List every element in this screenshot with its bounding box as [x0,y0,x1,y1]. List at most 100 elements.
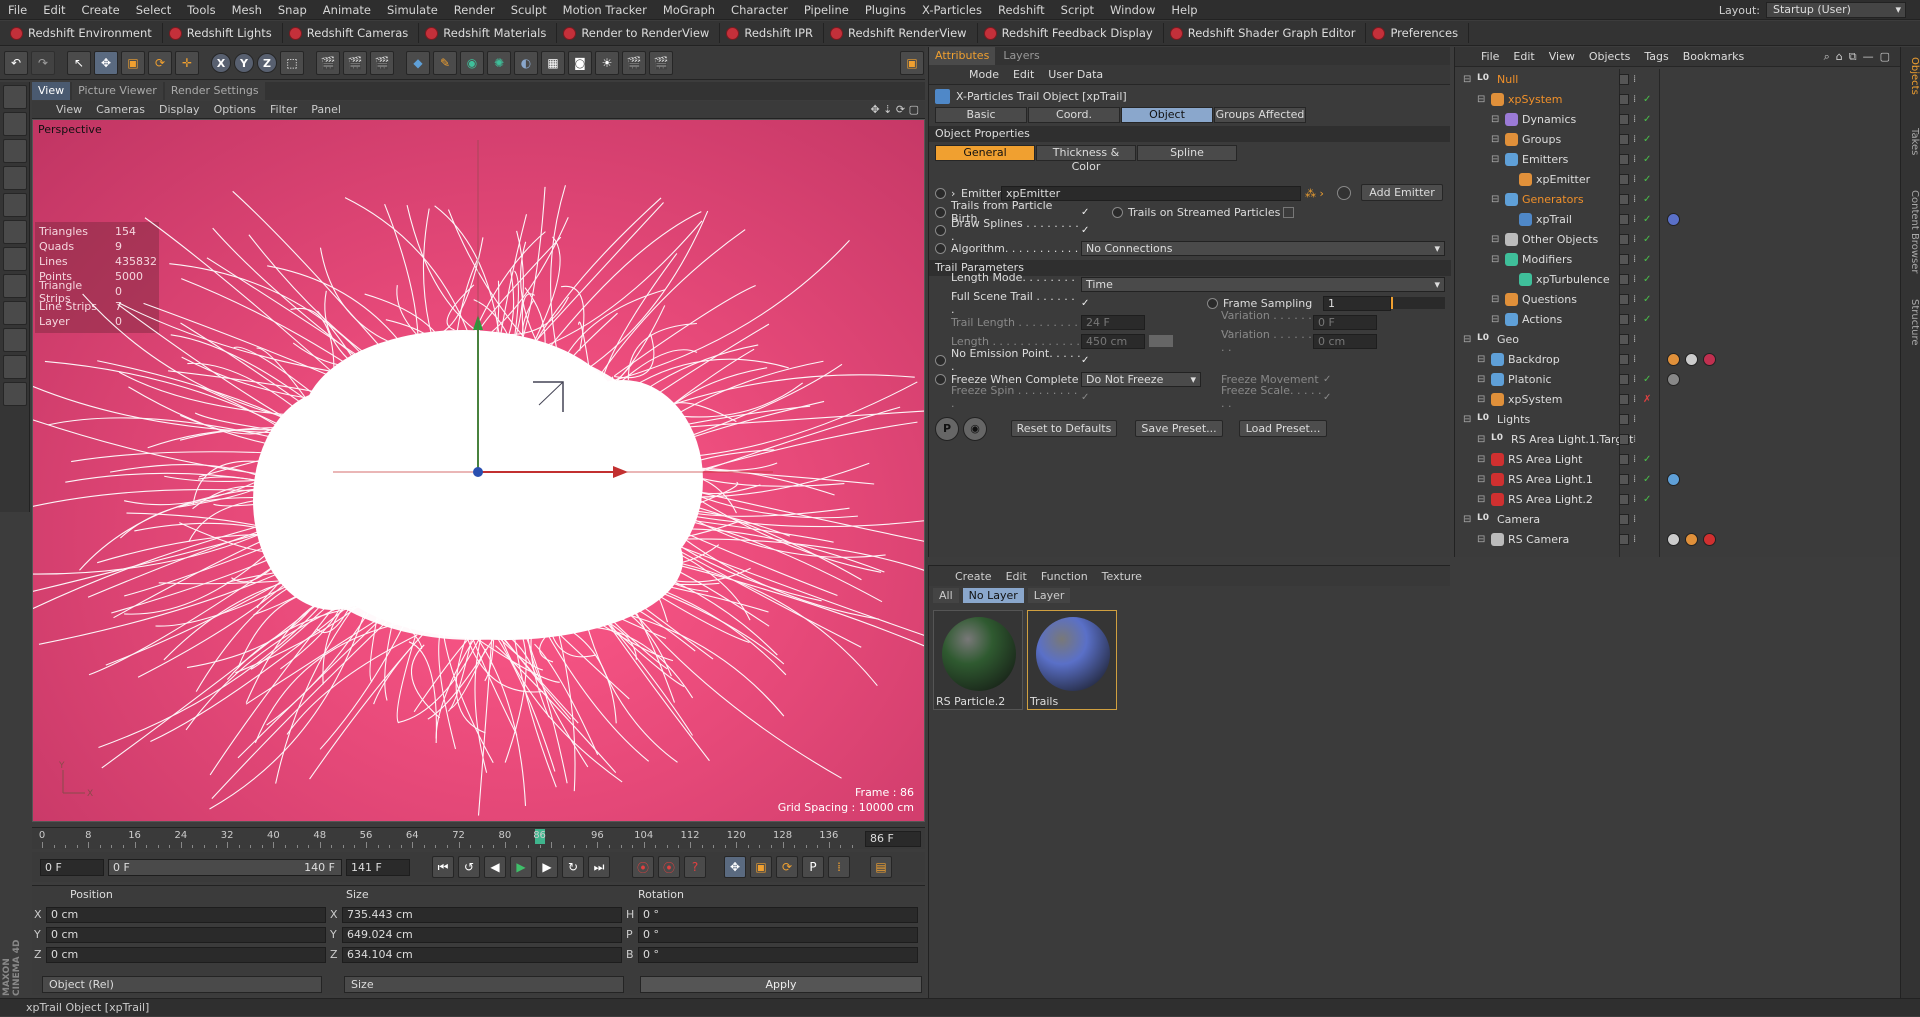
object-row-questions[interactable]: ⊟ Questions ⁞ ✓ [1455,289,1901,309]
viewport-3d[interactable]: Perspective Triangles 154 Quads 9 Lines 43583… [32,119,925,822]
rotation-b-field[interactable]: 0 ° [638,946,918,963]
viewport-menu-panel[interactable]: Panel [311,103,341,116]
menu-item-pipeline[interactable]: Pipeline [796,3,857,17]
visibility-dots-icon[interactable]: ⁞ [1633,174,1639,185]
enabled-check-icon[interactable]: ✓ [1643,114,1651,125]
tab-all[interactable]: All [933,587,959,603]
object-row-rs-area-light[interactable]: ⊟ RS Area Light ⁞ ✓ [1455,449,1901,469]
object-menu-file[interactable]: File [1481,50,1499,63]
object-row-null[interactable]: ⊟ L0 Null ⁞ [1455,69,1901,89]
key-position-icon[interactable]: ✥ [724,856,746,878]
editor-visibility-toggle[interactable] [1619,253,1629,265]
enabled-check-icon[interactable]: ✓ [1643,294,1651,305]
enabled-check-icon[interactable]: ✓ [1643,94,1651,105]
menu-item-file[interactable]: File [0,3,35,17]
visibility-dots-icon[interactable]: ⁞ [1633,474,1639,485]
menu-item-mesh[interactable]: Mesh [224,3,270,17]
object-row-xptrail[interactable]: xpTrail ⁞ ✓ [1455,209,1901,229]
move-tool-icon[interactable]: ✥ [94,51,118,75]
play-icon[interactable]: ▶ [510,856,532,878]
visibility-dots-icon[interactable]: ⁞ [1633,214,1639,225]
editor-visibility-toggle[interactable] [1619,193,1629,205]
points-mode-icon[interactable] [3,166,27,190]
enabled-check-icon[interactable]: ✓ [1643,474,1651,485]
enabled-check-icon[interactable]: ✓ [1643,214,1651,225]
editor-visibility-toggle[interactable] [1619,373,1629,385]
size-y-field[interactable]: 649.024 cm [342,926,622,943]
editor-visibility-toggle[interactable] [1619,213,1629,225]
axis-mode-icon[interactable] [3,247,27,271]
editor-visibility-toggle[interactable] [1619,73,1629,85]
length-mode-dropdown[interactable]: Time [1081,276,1445,292]
polygons-mode-icon[interactable] [3,220,27,244]
x-axis-lock-icon[interactable]: X [211,53,231,73]
lock-layout-icon[interactable]: ▣ [900,51,924,75]
prev-frame-icon[interactable]: ◀ [484,856,506,878]
expand-toggle-icon[interactable]: ⊟ [1463,514,1473,525]
material-swatch[interactable]: RS Particle.2 [933,610,1023,710]
menu-item-help[interactable]: Help [1163,3,1205,17]
editor-visibility-toggle[interactable] [1619,433,1629,445]
object-row-generators[interactable]: ⊟ Generators ⁞ ✓ [1455,189,1901,209]
freeze-complete-radio[interactable] [935,373,946,385]
cloner-icon[interactable]: ✺ [487,51,511,75]
edges-mode-icon[interactable] [3,193,27,217]
visibility-dots-icon[interactable]: ⁞ [1633,114,1639,125]
enabled-check-icon[interactable]: ✓ [1643,314,1651,325]
visibility-dots-icon[interactable]: ⁞ [1633,414,1639,425]
menu-item-edit[interactable]: Edit [35,3,73,17]
rotation-p-field[interactable]: 0 ° [638,926,918,943]
menu-item-plugins[interactable]: Plugins [857,3,914,17]
rs-button-redshift-environment[interactable]: Redshift Environment [6,23,163,43]
visibility-dots-icon[interactable]: ⁞ [1633,314,1639,325]
menu-item-render[interactable]: Render [446,3,503,17]
viewport-menu-view[interactable]: View [56,103,82,116]
next-key-icon[interactable]: ↻ [562,856,584,878]
menu-item-mograph[interactable]: MoGraph [655,3,723,17]
enabled-check-icon[interactable]: ✓ [1643,454,1651,465]
coordinate-mode-dropdown[interactable]: Object (Rel) [42,976,322,993]
link-picker-icon[interactable]: ⁂ › [1305,187,1337,200]
tab-groups-affected[interactable]: Groups Affected [1214,107,1306,123]
enabled-check-icon[interactable]: ✓ [1643,194,1651,205]
object-row-emitters[interactable]: ⊟ Emitters ⁞ ✓ [1455,149,1901,169]
rs-button-redshift-feedback-display[interactable]: Redshift Feedback Display [980,23,1164,43]
render-region-icon[interactable]: 🎬 [316,51,340,75]
expand-toggle-icon[interactable]: ⊟ [1491,294,1501,305]
object-tag-icon[interactable] [1667,532,1680,546]
enabled-check-icon[interactable]: ✓ [1643,154,1651,165]
go-to-end-icon[interactable]: ⏭ [588,856,610,878]
workplane-icon[interactable] [3,328,27,352]
draw-splines-radio[interactable] [935,224,946,236]
frame-sampling-slider[interactable] [1391,297,1445,309]
expand-toggle-icon[interactable]: ⊟ [1477,434,1487,445]
expand-toggle-icon[interactable]: ⊟ [1463,414,1473,425]
prev-key-icon[interactable]: ↺ [458,856,480,878]
model-mode-icon[interactable] [3,112,27,136]
undo-icon[interactable]: ↶ [4,51,28,75]
material-menu-edit[interactable]: Edit [1006,570,1027,583]
position-x-field[interactable]: 0 cm [46,906,326,923]
object-row-backdrop[interactable]: ⊟ Backdrop ⁞ [1455,349,1901,369]
editor-visibility-toggle[interactable] [1619,473,1629,485]
material-menu-create[interactable]: Create [955,570,992,583]
visibility-dots-icon[interactable]: ⁞ [1633,354,1639,365]
object-row-groups[interactable]: ⊟ Groups ⁞ ✓ [1455,129,1901,149]
visibility-dots-icon[interactable]: ⁞ [1633,274,1639,285]
object-row-platonic[interactable]: ⊟ Platonic ⁞ ✓ [1455,369,1901,389]
record-icon[interactable]: ⦿ [632,856,654,878]
algorithm-radio[interactable] [935,242,946,254]
visibility-dots-icon[interactable]: ⁞ [1633,534,1639,545]
enabled-check-icon[interactable]: ✗ [1643,394,1651,405]
select-tool-icon[interactable]: ↖ [67,51,91,75]
layout-dropdown[interactable]: Startup (User) [1766,2,1906,18]
editor-visibility-toggle[interactable] [1619,393,1629,405]
visibility-dots-icon[interactable]: ⁞ [1633,294,1639,305]
object-tag-icon[interactable] [1667,352,1680,366]
editor-visibility-toggle[interactable] [1619,413,1629,425]
expand-toggle-icon[interactable]: ⊟ [1491,234,1501,245]
y-axis-lock-icon[interactable]: Y [234,53,254,73]
tab-layers[interactable]: Layers [997,47,1045,65]
no-emission-radio[interactable] [935,354,946,366]
object-tag-icon[interactable] [1685,352,1698,366]
